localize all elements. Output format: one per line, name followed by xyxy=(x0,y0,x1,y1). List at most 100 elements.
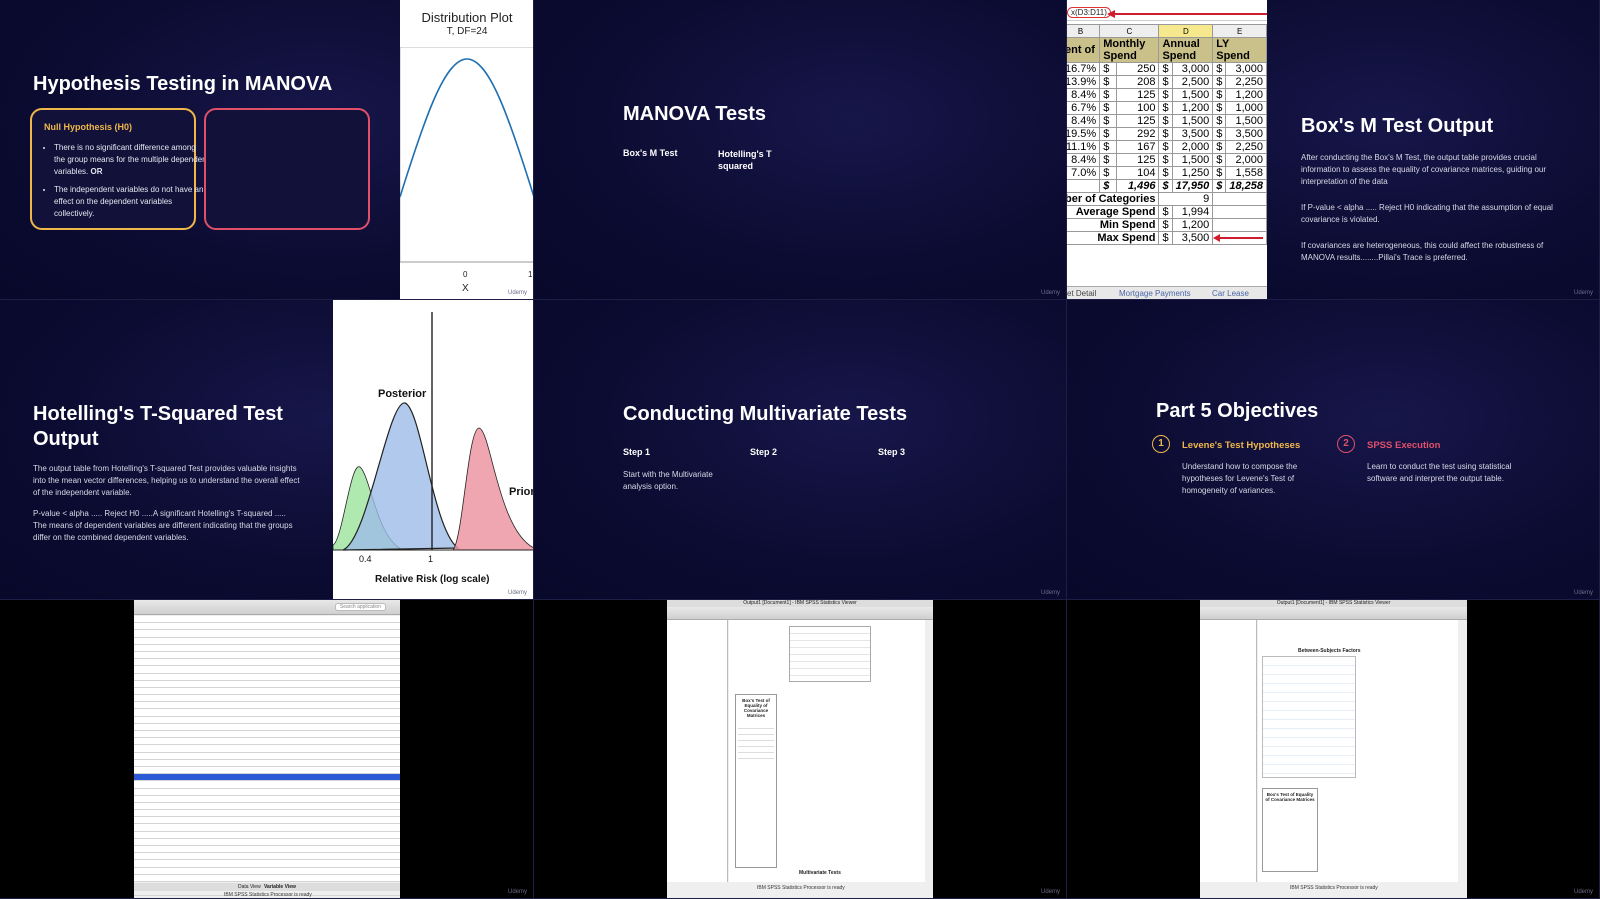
page-title: Hotelling's T-Squared Test Output xyxy=(33,403,283,450)
plot-tick-0: 0 xyxy=(463,270,468,279)
step-1: Step 1 xyxy=(623,447,651,457)
plot-tick-1: 1 xyxy=(528,270,533,279)
variable-row[interactable] xyxy=(134,724,400,731)
variable-row[interactable] xyxy=(134,860,400,868)
window-title: Output1 [Document1] - IBM SPSS Statistic… xyxy=(1200,600,1467,607)
variable-row[interactable] xyxy=(134,846,400,854)
variable-row[interactable] xyxy=(134,774,400,782)
step-3: Step 3 xyxy=(878,447,906,457)
variable-row[interactable] xyxy=(134,738,400,746)
toolbar[interactable] xyxy=(1200,607,1467,620)
number-badge-1: 1 xyxy=(1152,435,1170,453)
spending-row: 8.4% $125 $1,500 $1,500 xyxy=(1067,114,1268,128)
spending-cell: $ xyxy=(1158,140,1173,154)
posterior-prior-plot: Posterior Prior 0.4 1 Relative Risk (log… xyxy=(333,300,533,599)
variable-row[interactable] xyxy=(134,731,400,739)
tile-hotelling-output[interactable]: Hotelling's T-Squared Test Output The ou… xyxy=(0,300,534,600)
tile-hypothesis-testing[interactable]: Hypothesis Testing in MANOVA Null Hypoth… xyxy=(0,0,534,300)
spending-cell: 1,500 xyxy=(1171,114,1214,128)
spending-cell: 292 xyxy=(1115,127,1160,141)
variable-row[interactable] xyxy=(134,623,400,631)
variable-row[interactable] xyxy=(134,666,400,674)
variable-row[interactable] xyxy=(134,753,400,760)
tile-manova-tests[interactable]: MANOVA Tests Box's M Test Hotelling's T … xyxy=(534,0,1067,300)
variable-row[interactable] xyxy=(134,702,400,710)
spending-cell: 6.7% xyxy=(1067,101,1101,115)
sheet-tab[interactable]: Mortgage Payments xyxy=(1119,289,1191,298)
tile-conducting-tests[interactable]: Conducting Multivariate Tests Step 1 Ste… xyxy=(534,300,1067,600)
data-view-tab[interactable]: Data View xyxy=(238,884,261,890)
spending-row: 8.4% $125 $1,500 $1,200 xyxy=(1067,88,1268,102)
variable-row[interactable] xyxy=(134,796,400,803)
spending-cell: 8.4% xyxy=(1067,88,1101,102)
status-bar: IBM SPSS Statistics Processor is ready xyxy=(224,892,312,898)
variable-row[interactable] xyxy=(134,817,400,825)
variable-row[interactable] xyxy=(134,616,400,624)
variable-row[interactable] xyxy=(134,645,400,652)
sheet-tab[interactable]: et Detail xyxy=(1067,289,1096,298)
variable-row[interactable] xyxy=(134,709,400,717)
variable-row[interactable] xyxy=(134,781,400,789)
tile-spss-box-m[interactable]: Output1 [Document1] - IBM SPSS Statistic… xyxy=(534,600,1067,899)
search-input[interactable]: Search application xyxy=(334,603,386,611)
objective-2-title: SPSS Execution xyxy=(1367,440,1441,451)
variable-row[interactable] xyxy=(134,659,400,667)
status-bar: IBM SPSS Statistics Processor is ready xyxy=(757,885,845,891)
stat-value: 9 xyxy=(1158,192,1214,206)
spending-cell: 1,000 xyxy=(1225,101,1268,115)
variable-row[interactable] xyxy=(134,681,400,688)
variable-row[interactable] xyxy=(134,868,400,875)
objective-2-text: Learn to conduct the test using statisti… xyxy=(1367,462,1512,483)
variable-row[interactable] xyxy=(134,789,400,796)
variable-row[interactable] xyxy=(134,717,400,724)
variable-row[interactable] xyxy=(134,810,400,818)
variable-row[interactable] xyxy=(134,803,400,811)
spending-cell: $ xyxy=(1099,88,1117,102)
col-d: D xyxy=(1158,24,1214,38)
col-e: E xyxy=(1212,24,1268,38)
variable-row[interactable] xyxy=(134,638,400,645)
variable-row[interactable] xyxy=(134,652,400,660)
stat-value: 1,994 xyxy=(1171,205,1214,219)
spending-cell: 100 xyxy=(1115,101,1160,115)
total-cell: $ xyxy=(1158,179,1173,193)
variable-row[interactable] xyxy=(134,767,400,775)
variable-row[interactable] xyxy=(134,875,400,882)
outline-pane xyxy=(1200,620,1257,882)
variable-row[interactable] xyxy=(134,674,400,681)
spending-cell: 11.1% xyxy=(1067,140,1101,154)
spending-cell: 2,250 xyxy=(1225,75,1268,89)
variable-row[interactable] xyxy=(134,760,400,767)
toolbar[interactable]: Search application xyxy=(134,600,400,615)
variable-row[interactable] xyxy=(134,688,400,696)
variable-row[interactable] xyxy=(134,839,400,846)
spending-cell: $ xyxy=(1158,101,1173,115)
tile-spss-between-subjects[interactable]: Output1 [Document1] - IBM SPSS Statistic… xyxy=(1067,600,1600,899)
variable-row[interactable] xyxy=(134,832,400,839)
tile-box-m-output[interactable]: x(D3:D11) B C D E ent of Monthly Spend A… xyxy=(1067,0,1600,300)
tile-spss-variable-view[interactable]: Search application Data View Variable Vi… xyxy=(0,600,534,899)
spending-row: 7.0% $104 $1,250 $1,558 xyxy=(1067,166,1268,180)
watermark: Udemy xyxy=(1573,290,1593,296)
stat-value: 1,200 xyxy=(1171,218,1214,232)
plot-xlabel: X xyxy=(462,283,469,294)
variable-row[interactable] xyxy=(134,695,400,703)
variable-row[interactable] xyxy=(134,745,400,753)
variable-row[interactable] xyxy=(134,630,400,638)
step-1-text: Start with the Multivariate analysis opt… xyxy=(623,470,713,491)
spending-cell: $ xyxy=(1158,114,1173,128)
box-title: Box's Test of Equality of Covariance Mat… xyxy=(742,698,770,718)
sheet-tab[interactable]: Car Lease Payr xyxy=(1212,289,1267,299)
tile-objectives[interactable]: Part 5 Objectives 1 Levene's Test Hypoth… xyxy=(1067,300,1600,600)
spending-cell: $ xyxy=(1099,75,1117,89)
slide-grid: Hypothesis Testing in MANOVA Null Hypoth… xyxy=(0,0,1600,899)
page-title: Conducting Multivariate Tests xyxy=(623,403,908,425)
spending-cell: 125 xyxy=(1115,88,1160,102)
formula-text: x(D3:D11) xyxy=(1067,7,1111,18)
variable-row[interactable] xyxy=(134,824,400,832)
total-cell: 18,258 xyxy=(1225,179,1268,193)
spending-table: B C D E ent of Monthly Spend Annual Spen… xyxy=(1067,24,1268,245)
variable-view-tab[interactable]: Variable View xyxy=(264,884,296,890)
toolbar[interactable] xyxy=(667,607,933,620)
variable-row[interactable] xyxy=(134,853,400,861)
